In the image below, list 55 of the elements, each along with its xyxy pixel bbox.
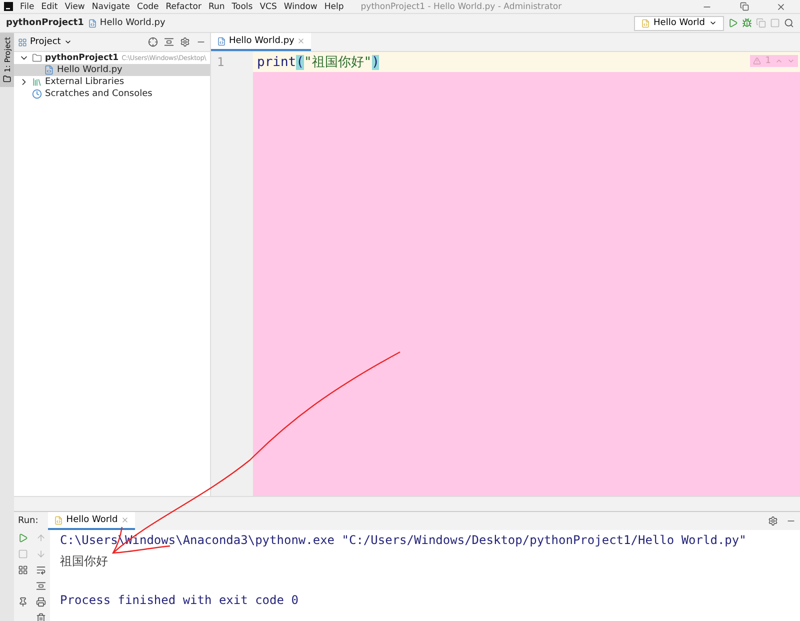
python-file-icon bbox=[640, 18, 650, 28]
close-icon bbox=[297, 37, 306, 45]
restore-icon[interactable] bbox=[740, 2, 748, 11]
menu-item[interactable]: Help bbox=[324, 2, 344, 12]
menu-item[interactable]: File bbox=[20, 2, 34, 12]
panel-icon bbox=[18, 38, 27, 46]
editor-tab[interactable]: Hello World.py bbox=[211, 33, 312, 51]
run-tab[interactable]: Hello World bbox=[48, 512, 135, 530]
app-logo-icon bbox=[4, 2, 13, 11]
folder-icon bbox=[3, 75, 11, 84]
menu-item[interactable]: Window bbox=[284, 2, 318, 12]
python-file-icon bbox=[44, 65, 54, 75]
folder-icon bbox=[32, 53, 42, 63]
window-title: pythonProject1 - Hello World.py - Administrator bbox=[360, 2, 563, 12]
rerun-icon[interactable] bbox=[18, 533, 28, 543]
close-icon[interactable] bbox=[776, 2, 786, 12]
menu-item[interactable]: Refactor bbox=[166, 2, 202, 12]
python-file-icon bbox=[88, 18, 97, 28]
menu-item[interactable]: Code bbox=[137, 2, 159, 12]
menu-item[interactable]: Run bbox=[208, 2, 225, 12]
tree-item[interactable]: Hello World.py bbox=[14, 64, 210, 76]
menu-item[interactable]: View bbox=[64, 2, 85, 12]
line-number: 1 bbox=[216, 55, 226, 71]
menu-item[interactable]: Tools bbox=[232, 2, 253, 12]
python-file-icon bbox=[217, 36, 226, 46]
menu-item[interactable]: Edit bbox=[41, 2, 58, 12]
debug-icon[interactable] bbox=[742, 18, 752, 28]
console-line: 祖国你好 bbox=[60, 553, 109, 570]
project-view-dropdown[interactable]: Project bbox=[18, 37, 72, 47]
run-icon[interactable] bbox=[728, 18, 738, 28]
settings-icon[interactable] bbox=[768, 516, 778, 526]
collapse-icon[interactable] bbox=[164, 37, 174, 47]
scroll-to-end-icon[interactable] bbox=[36, 581, 46, 591]
layout-icon[interactable] bbox=[18, 565, 28, 575]
warning-icon bbox=[753, 57, 762, 65]
breadcrumb-item[interactable]: Hello World.py bbox=[88, 18, 166, 28]
console-line: Process finished with exit code 0 bbox=[60, 593, 300, 609]
pin-icon[interactable] bbox=[18, 597, 28, 607]
settings-icon[interactable] bbox=[180, 37, 190, 47]
soft-wrap-icon[interactable] bbox=[36, 565, 46, 575]
clear-icon[interactable] bbox=[36, 613, 46, 621]
python-file-icon bbox=[54, 516, 64, 524]
menu-item[interactable]: Navigate bbox=[92, 2, 130, 12]
breadcrumb-item[interactable]: pythonProject1 bbox=[6, 18, 84, 28]
close-icon bbox=[120, 516, 129, 524]
locate-icon[interactable] bbox=[148, 37, 158, 47]
run-configuration-dropdown[interactable]: Hello World bbox=[634, 16, 724, 30]
print-icon[interactable] bbox=[36, 597, 46, 607]
run-panel-label: Run: bbox=[18, 516, 38, 526]
tree-item[interactable]: Scratches and Consoles bbox=[14, 88, 210, 100]
search-icon[interactable] bbox=[784, 18, 794, 28]
scratches-icon bbox=[32, 89, 42, 99]
tree-item[interactable]: External Libraries bbox=[14, 76, 210, 88]
menu-item[interactable]: VCS bbox=[260, 2, 277, 12]
libraries-icon bbox=[32, 77, 42, 87]
